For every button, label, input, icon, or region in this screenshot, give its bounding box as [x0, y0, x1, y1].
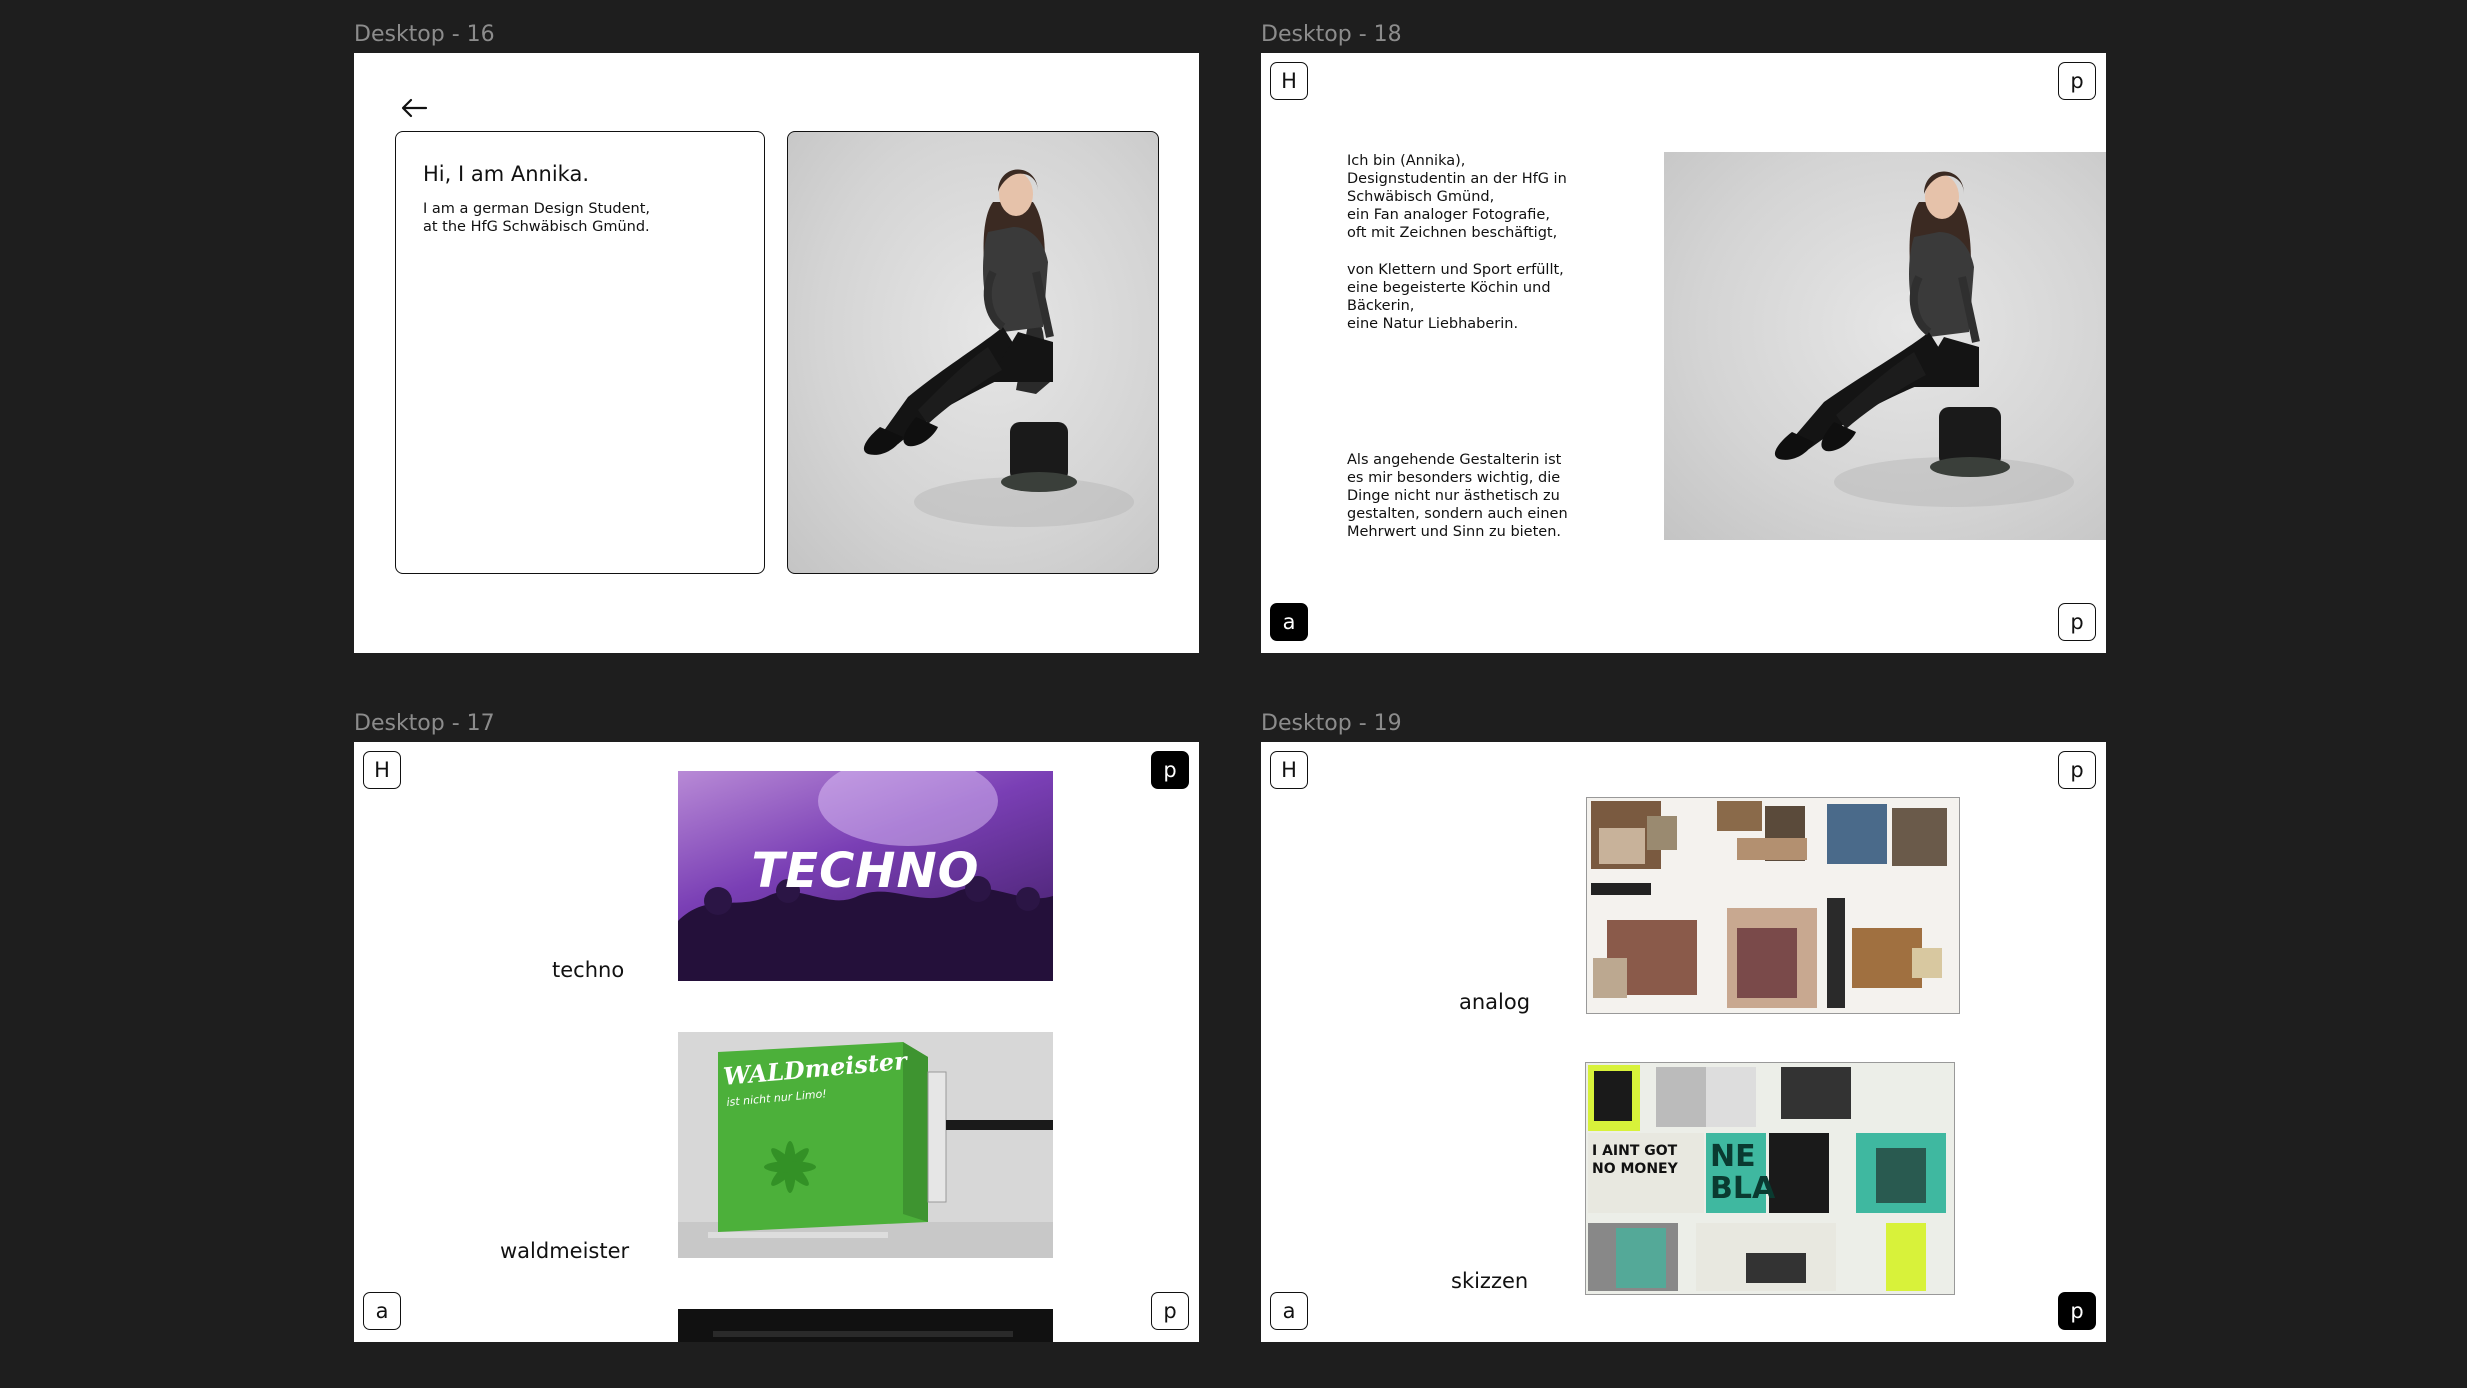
project-caption-waldmeister[interactable]: waldmeister: [500, 1239, 629, 1263]
about-line: eine Natur Liebhaberin.: [1347, 316, 1519, 332]
portrait-photo: [863, 169, 1134, 527]
frame-label-desktop-19: Desktop - 19: [1261, 711, 1402, 736]
about-button[interactable]: a: [363, 1292, 401, 1330]
techno-title-text: TECHNO: [751, 843, 980, 899]
about-paragraph-1: Ich bin (Annika), Designstudentin an der…: [1347, 152, 1567, 242]
about-line: Designstudentin an der HfG in: [1347, 171, 1567, 187]
about-line: Dinge nicht nur ästhetisch zu: [1347, 488, 1560, 504]
about-line: Bäckerin,: [1347, 298, 1415, 314]
project-caption-analog[interactable]: analog: [1459, 990, 1530, 1014]
about-line: eine begeisterte Köchin und: [1347, 280, 1551, 296]
projects-button[interactable]: p: [1151, 751, 1189, 789]
about-line: Ich bin (Annika),: [1347, 153, 1466, 169]
frame-desktop-18: H p a p Ich bin (Annika), Designstudenti…: [1261, 53, 2106, 653]
frame-desktop-19: H p a p analog skizzen I AINT GOT NO MON…: [1261, 742, 2106, 1342]
project-caption-techno[interactable]: techno: [552, 958, 624, 982]
intro-line-1: I am a german Design Student,: [423, 201, 651, 217]
about-line: oft mit Zeichnen beschäftigt,: [1347, 225, 1558, 241]
next-project-image[interactable]: [678, 1309, 1053, 1342]
about-button[interactable]: a: [1270, 603, 1308, 641]
portrait-photo-large: [1664, 152, 2106, 540]
about-line: von Klettern und Sport erfüllt,: [1347, 262, 1564, 278]
intro-greeting: Hi, I am Annika.: [423, 162, 590, 186]
about-line: ein Fan analoger Fotografie,: [1347, 207, 1550, 223]
zine-text-4: BLA: [1710, 1171, 1776, 1206]
next-page-button[interactable]: p: [1151, 1292, 1189, 1330]
frame-label-desktop-16: Desktop - 16: [354, 22, 495, 47]
intro-line-2: at the HfG Schwäbisch Gmünd.: [423, 219, 650, 235]
home-button[interactable]: H: [1270, 751, 1308, 789]
home-button[interactable]: H: [363, 751, 401, 789]
about-line: Mehrwert und Sinn zu bieten.: [1347, 524, 1562, 540]
techno-project-image[interactable]: TECHNO: [678, 771, 1053, 981]
about-paragraph-2: von Klettern und Sport erfüllt, eine beg…: [1347, 261, 1564, 333]
next-page-button[interactable]: p: [2058, 603, 2096, 641]
waldmeister-project-image[interactable]: WALDmeister ist nicht nur Limo!: [678, 1032, 1053, 1258]
about-line: es mir besonders wichtig, die: [1347, 470, 1561, 486]
project-caption-skizzen[interactable]: skizzen: [1451, 1269, 1528, 1293]
back-arrow-icon[interactable]: [400, 97, 428, 119]
about-line: Schwäbisch Gmünd,: [1347, 189, 1495, 205]
zine-text-2: NO MONEY: [1592, 1161, 1678, 1177]
about-paragraph-3: Als angehende Gestalterin ist es mir bes…: [1347, 451, 1568, 541]
analog-project-image[interactable]: [1586, 797, 1960, 1014]
next-project-image-detail: [713, 1331, 1013, 1337]
frame-label-desktop-17: Desktop - 17: [354, 711, 495, 736]
zine-text-1: I AINT GOT: [1592, 1143, 1678, 1159]
intro-card: Hi, I am Annika. I am a german Design St…: [395, 131, 765, 574]
frame-desktop-16: Hi, I am Annika. I am a german Design St…: [354, 53, 1199, 653]
about-line: gestalten, sondern auch einen: [1347, 506, 1568, 522]
frame-label-desktop-18: Desktop - 18: [1261, 22, 1402, 47]
home-button[interactable]: H: [1270, 62, 1308, 100]
next-page-button[interactable]: p: [2058, 1292, 2096, 1330]
portrait-card: [787, 131, 1159, 574]
about-line: Als angehende Gestalterin ist: [1347, 452, 1562, 468]
frame-desktop-17: H p a p techno waldmeister TECHNO WALDme…: [354, 742, 1199, 1342]
zine-text-3: NE: [1710, 1139, 1756, 1174]
skizzen-project-image[interactable]: I AINT GOT NO MONEY NE BLA: [1585, 1062, 1955, 1295]
about-button[interactable]: a: [1270, 1292, 1308, 1330]
projects-button[interactable]: p: [2058, 62, 2096, 100]
projects-button[interactable]: p: [2058, 751, 2096, 789]
